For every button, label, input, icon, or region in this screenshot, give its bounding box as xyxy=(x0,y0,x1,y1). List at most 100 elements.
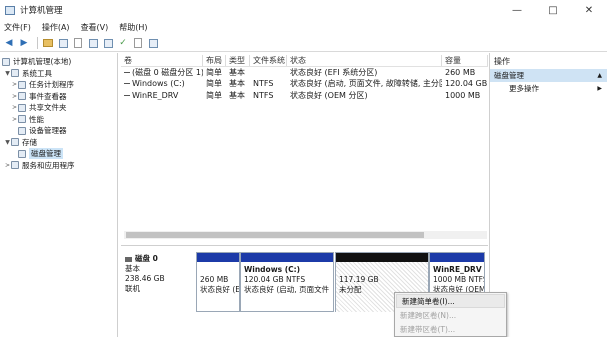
actions-section-disk-management[interactable]: 磁盘管理 ▲ xyxy=(490,69,607,82)
table-row[interactable]: (磁盘 0 磁盘分区 1) 简单 基本 状态良好 (EFI 系统分区) 260 … xyxy=(121,67,488,79)
check-icon[interactable]: ✓ xyxy=(117,37,129,49)
partition-name: Windows (C:) xyxy=(244,265,301,274)
column-header-filesystem[interactable]: 文件系统 xyxy=(250,54,287,66)
menu-bar: 文件(F) 操作(A) 查看(V) 帮助(H) xyxy=(0,20,607,35)
partition-name: WinRE_DRV xyxy=(433,265,482,274)
partition-bar xyxy=(197,253,239,262)
services-icon xyxy=(11,161,19,170)
horizontal-scrollbar[interactable] xyxy=(124,231,487,239)
partition-size: 1000 MB NTFS xyxy=(433,275,484,284)
volume-capacity: 1000 MB xyxy=(445,90,481,100)
partition-windows-c[interactable]: Windows (C:) 120.04 GB NTFS 状态良好 (启动, 页面… xyxy=(240,252,334,312)
menu-item-new-simple-volume[interactable]: 新建简单卷(I)... xyxy=(396,294,505,308)
volume-type: 基本 xyxy=(229,90,245,100)
tree-item-shared-folders[interactable]: > 共享文件夹 xyxy=(0,102,117,114)
expanded-arrow-icon[interactable]: ▼ xyxy=(4,70,11,77)
partition-size: 260 MB xyxy=(200,275,229,284)
list-icon[interactable] xyxy=(147,37,159,49)
tree-item-device-manager[interactable]: 设备管理器 xyxy=(0,125,117,137)
disk-status: 联机 xyxy=(125,284,140,293)
volume-name: WinRE_DRV xyxy=(132,90,179,100)
collapsed-arrow-icon[interactable]: > xyxy=(4,162,11,169)
submenu-arrow-icon: ▶ xyxy=(597,85,602,92)
volume-name: (磁盘 0 磁盘分区 1) xyxy=(132,67,203,77)
volume-layout: 简单 xyxy=(206,79,222,89)
volume-capacity: 260 MB xyxy=(445,67,476,77)
properties-icon[interactable] xyxy=(72,37,84,49)
collapsed-arrow-icon[interactable]: > xyxy=(11,116,18,123)
tree-item-disk-management[interactable]: 磁盘管理 xyxy=(0,148,117,160)
volume-layout: 简单 xyxy=(206,67,222,77)
up-folder-icon[interactable] xyxy=(42,37,54,49)
partition-efi[interactable]: 260 MB 状态良好 (EFI xyxy=(196,252,240,312)
menu-view[interactable]: 查看(V) xyxy=(81,22,109,33)
show-tree-icon[interactable] xyxy=(57,37,69,49)
minimize-button[interactable]: — xyxy=(499,0,535,20)
volume-name: Windows (C:) xyxy=(132,79,185,89)
performance-icon xyxy=(18,115,26,124)
menu-help[interactable]: 帮助(H) xyxy=(119,22,147,33)
panel-icon[interactable] xyxy=(102,37,114,49)
collapsed-arrow-icon[interactable]: > xyxy=(11,104,18,111)
tree-item-storage[interactable]: ▼ 存储 xyxy=(0,137,117,149)
partition-bar xyxy=(430,253,484,262)
clock-icon xyxy=(18,80,26,89)
menu-item-new-spanned-volume[interactable]: 新建跨区卷(N)... xyxy=(395,308,506,322)
column-header-type[interactable]: 类型 xyxy=(226,54,250,66)
actions-title: 操作 xyxy=(494,56,510,66)
expanded-arrow-icon[interactable]: ▼ xyxy=(4,139,11,146)
disk-size: 238.46 GB xyxy=(125,274,165,283)
tree-item-root[interactable]: 计算机管理(本地) xyxy=(0,56,117,68)
volume-table: 卷 布局 类型 文件系统 状态 容量 (磁盘 0 磁盘分区 1) 简单 基本 状… xyxy=(121,54,488,102)
tree-item-services[interactable]: > 服务和应用程序 xyxy=(0,160,117,172)
scrollbar-thumb[interactable] xyxy=(126,232,424,238)
window-title: 计算机管理 xyxy=(20,6,63,16)
computer-icon xyxy=(2,57,10,66)
partition-status: 状态良好 (启动, 页面文件 xyxy=(244,285,330,294)
disk-type: 基本 xyxy=(125,264,140,273)
menu-item-new-striped-volume[interactable]: 新建带区卷(T)... xyxy=(395,322,506,336)
volume-icon xyxy=(124,94,130,96)
partition-bar xyxy=(336,253,428,262)
collapsed-arrow-icon[interactable]: > xyxy=(11,93,18,100)
document-icon[interactable] xyxy=(132,37,144,49)
help-icon[interactable] xyxy=(87,37,99,49)
actions-section-label: 磁盘管理 xyxy=(494,71,524,80)
toolbar-divider xyxy=(37,37,38,49)
close-button[interactable]: ✕ xyxy=(571,0,607,20)
disk-icon xyxy=(125,256,132,262)
volume-icon xyxy=(124,71,130,73)
volume-status: 状态良好 (OEM 分区) xyxy=(290,90,368,100)
disk-0-label[interactable]: 磁盘 0 基本 238.46 GB 联机 xyxy=(125,254,165,294)
forward-arrow-icon[interactable]: ▶ xyxy=(18,37,30,49)
menu-file[interactable]: 文件(F) xyxy=(4,22,31,33)
event-log-icon xyxy=(18,92,26,101)
tree-item-task-scheduler[interactable]: > 任务计划程序 xyxy=(0,79,117,91)
menu-action[interactable]: 操作(A) xyxy=(42,22,70,33)
tree-item-system-tools[interactable]: ▼ 系统工具 xyxy=(0,68,117,80)
tree-item-performance[interactable]: > 性能 xyxy=(0,114,117,126)
table-row[interactable]: Windows (C:) 简单 基本 NTFS 状态良好 (启动, 页面文件, … xyxy=(121,78,488,90)
volume-filesystem: NTFS xyxy=(253,90,274,100)
more-actions-item[interactable]: 更多操作 ▶ xyxy=(490,82,607,95)
tree-item-event-viewer[interactable]: > 事件查看器 xyxy=(0,91,117,103)
volume-status: 状态良好 (EFI 系统分区) xyxy=(290,67,378,77)
volume-layout: 简单 xyxy=(206,90,222,100)
toolbar: ◀ ▶ ✓ xyxy=(0,35,607,52)
more-actions-label: 更多操作 xyxy=(509,84,539,93)
column-header-volume[interactable]: 卷 xyxy=(121,54,203,66)
partition-bar xyxy=(241,253,333,262)
collapse-up-icon[interactable]: ▲ xyxy=(597,72,602,79)
column-header-capacity[interactable]: 容量 xyxy=(442,54,488,66)
collapsed-arrow-icon[interactable]: > xyxy=(11,81,18,88)
disk-icon xyxy=(18,149,26,158)
table-row[interactable]: WinRE_DRV 简单 基本 NTFS 状态良好 (OEM 分区) 1000 … xyxy=(121,90,488,102)
back-arrow-icon[interactable]: ◀ xyxy=(3,37,15,49)
volume-type: 基本 xyxy=(229,79,245,89)
maximize-button[interactable]: □ xyxy=(535,0,571,20)
volume-icon xyxy=(124,83,130,85)
column-header-status[interactable]: 状态 xyxy=(287,54,442,66)
disk-name: 磁盘 0 xyxy=(135,254,158,263)
column-header-layout[interactable]: 布局 xyxy=(203,54,226,66)
window-controls: — □ ✕ xyxy=(499,0,607,20)
